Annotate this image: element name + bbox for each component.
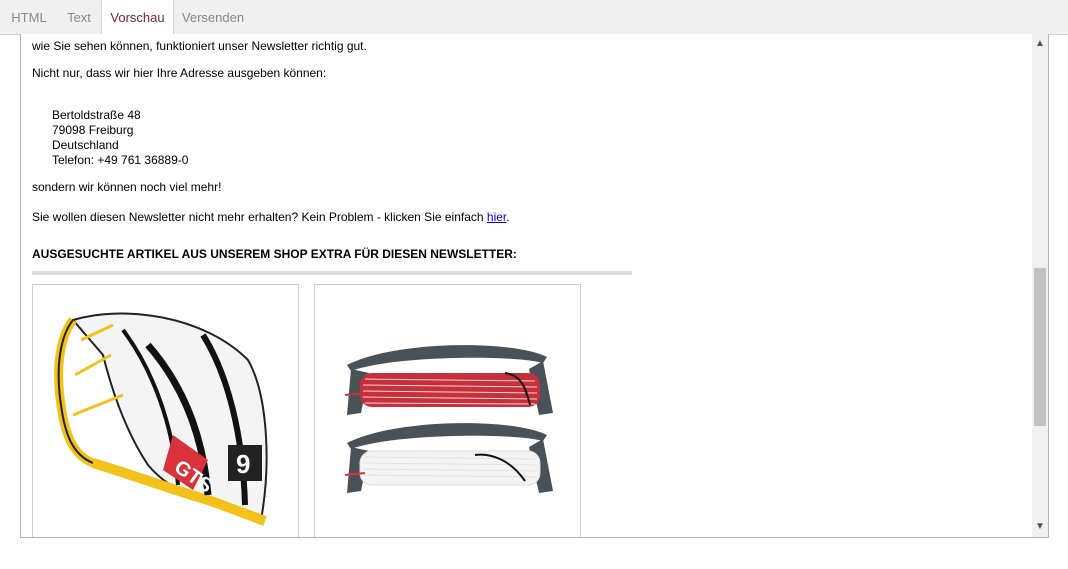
unsubscribe-line: Sie wollen diesen Newsletter nicht mehr … bbox=[32, 210, 510, 225]
intro-line: wie Sie sehen können, funktioniert unser… bbox=[32, 39, 367, 53]
tab-html[interactable]: HTML bbox=[0, 0, 58, 34]
vertical-scrollbar[interactable]: ▲ ▼ bbox=[1032, 34, 1048, 537]
address-street: Bertoldstraße 48 bbox=[52, 108, 141, 122]
shop-articles-heading: AUSGESUCHTE ARTIKEL AUS UNSEREM SHOP EXT… bbox=[32, 247, 517, 261]
scrollbar-thumb[interactable] bbox=[1034, 268, 1046, 426]
scroll-up-icon[interactable]: ▲ bbox=[1032, 36, 1048, 52]
unsubscribe-text: Sie wollen diesen Newsletter nicht mehr … bbox=[32, 210, 487, 224]
scroll-down-icon[interactable]: ▼ bbox=[1032, 519, 1048, 535]
tab-vorschau[interactable]: Vorschau bbox=[101, 0, 174, 35]
product-card-line-bars[interactable] bbox=[314, 284, 581, 537]
more-line: sondern wir können noch viel mehr! bbox=[32, 180, 222, 194]
address-country: Deutschland bbox=[52, 138, 119, 152]
tab-versenden[interactable]: Versenden bbox=[173, 0, 253, 34]
editor-tabbar: HTML Text Vorschau Versenden bbox=[0, 0, 1068, 35]
address-phone: Telefon: +49 761 36889-0 bbox=[52, 153, 189, 167]
unsubscribe-link[interactable]: hier bbox=[487, 210, 506, 224]
svg-text:9: 9 bbox=[236, 449, 250, 479]
kite-image: GTS 9 bbox=[54, 312, 268, 526]
address-intro: Nicht nur, dass wir hier Ihre Adresse au… bbox=[32, 66, 327, 80]
address-city: 79098 Freiburg bbox=[52, 123, 134, 137]
kite-line-bars-image bbox=[344, 345, 553, 493]
heading-divider bbox=[32, 271, 632, 275]
preview-frame: wie Sie sehen können, funktioniert unser… bbox=[20, 34, 1049, 538]
product-card-kite[interactable]: GTS 9 bbox=[32, 284, 299, 537]
tab-text[interactable]: Text bbox=[58, 0, 100, 34]
newsletter-preview: wie Sie sehen können, funktioniert unser… bbox=[21, 34, 1031, 537]
unsubscribe-end: . bbox=[506, 210, 510, 224]
